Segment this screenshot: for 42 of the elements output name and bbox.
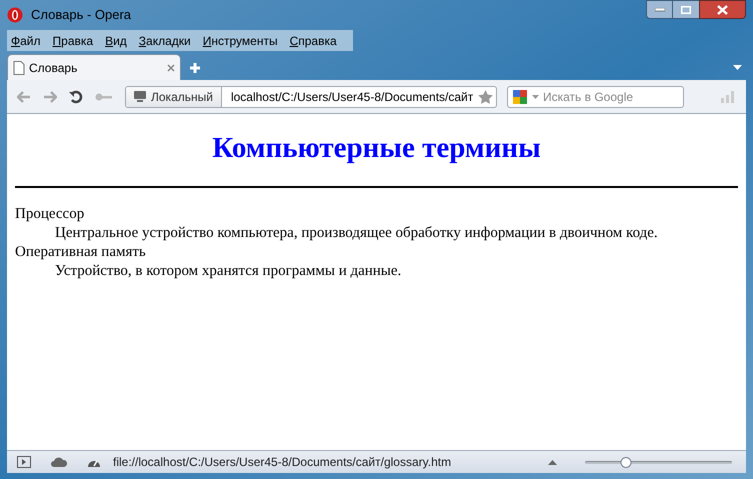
plus-icon[interactable] (189, 62, 201, 74)
maximize-icon (681, 6, 691, 14)
caret-icon[interactable] (733, 65, 742, 70)
slider-thumb[interactable] (620, 456, 632, 468)
panel-icon[interactable] (17, 456, 31, 468)
page-heading: Компьютерные термины (212, 131, 541, 166)
close-icon (717, 4, 728, 14)
menu-item[interactable]: Вид (101, 32, 131, 50)
address-field[interactable]: Локальный localhost/C:/Users/User45-8/Documents/сайт (125, 86, 497, 108)
menu-item[interactable]: Инструменты (198, 32, 282, 50)
search-bar[interactable]: Искать в Google (507, 86, 684, 108)
monitor-icon (134, 91, 146, 102)
term: Процессор (15, 204, 84, 224)
minimize-icon (654, 8, 664, 12)
search-field[interactable]: Искать в Google (543, 88, 673, 106)
signal-icon (720, 90, 736, 103)
cloud-icon[interactable] (51, 457, 67, 467)
minimize-button[interactable] (646, 0, 673, 19)
caret-icon (532, 94, 539, 98)
caret-icon[interactable] (548, 460, 557, 464)
security-badge[interactable]: Локальный (126, 86, 222, 106)
term: Оперативная память (15, 242, 146, 262)
zoom-slider[interactable] (585, 456, 732, 468)
maximize-button[interactable] (673, 0, 699, 19)
page-icon (13, 60, 25, 74)
definition: Центральное устройство компьютера, производящее обработку информации в двоичном коде. (55, 224, 658, 242)
google-logo-icon (512, 88, 528, 104)
menu-item[interactable]: Справка (286, 32, 341, 50)
browser-tab[interactable]: Словарь (7, 54, 181, 80)
status-url: file://localhost/C:/Users/User45-8/Documents/сайт/glossary.htm (113, 454, 452, 471)
opera-logo-icon (7, 7, 23, 23)
close-icon[interactable] (167, 64, 175, 72)
tab-title: Словарь (29, 60, 78, 76)
close-button[interactable] (699, 0, 746, 19)
menu-item[interactable]: Правка (48, 32, 98, 50)
reload-icon[interactable] (69, 90, 83, 104)
menu-item[interactable]: Файл (7, 32, 45, 50)
definition: Устройство, в котором хранятся программы и данные. (55, 262, 402, 280)
menu-item[interactable]: Закладки (134, 32, 195, 50)
star-icon[interactable] (478, 90, 493, 104)
address-text: localhost/C:/Users/User45-8/Documents/сайт (230, 88, 474, 106)
window-title: Словарь - Opera (31, 6, 132, 24)
